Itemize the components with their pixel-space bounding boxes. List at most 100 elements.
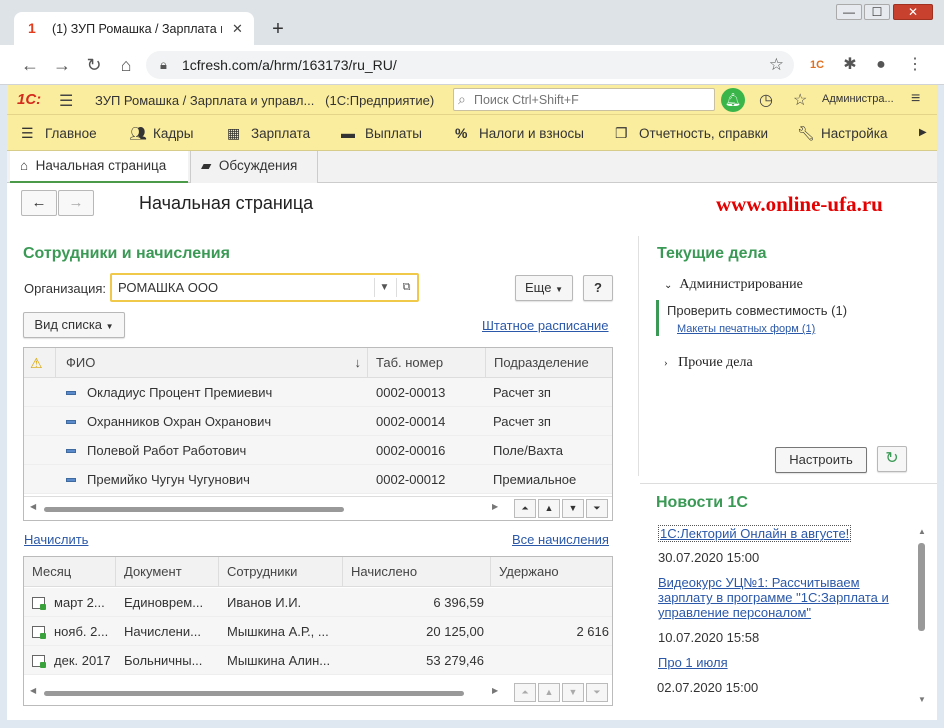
next-row-button[interactable]: ▼ (562, 499, 584, 518)
sort-down-icon: ↓ (354, 355, 362, 370)
last-row-button[interactable]: ⏷ (586, 683, 608, 702)
news-link[interactable]: 1С:Лекторий Онлайн в августе! (658, 525, 852, 542)
configure-button[interactable]: Настроить (775, 447, 867, 473)
forward-arrow-icon[interactable]: → (50, 54, 74, 78)
scroll-left-icon[interactable]: ◀ (30, 686, 36, 695)
next-row-button[interactable]: ▼ (562, 683, 584, 702)
menu-item-main[interactable]: ☰ Главное (21, 115, 97, 151)
employee-department: Поле/Вахта (493, 443, 564, 458)
scroll-up-icon[interactable]: ▲ (918, 527, 926, 536)
scroll-left-icon[interactable]: ◀ (30, 502, 36, 511)
app-menu-icon[interactable]: ☰ (59, 91, 73, 111)
browser-tab[interactable]: 1 (1) ЗУП Ромашка / Зарплата и у ✕ (14, 12, 254, 45)
extension-1c-icon[interactable]: 1С (806, 54, 828, 76)
menu-item-taxes[interactable]: % Налоги и взносы (455, 115, 584, 151)
employees-heading: Сотрудники и начисления (23, 245, 230, 262)
lock-icon: 🔒︎ (160, 57, 167, 72)
favorites-star-icon[interactable]: ☆ (793, 90, 807, 110)
table-row[interactable]: нояб. 2... Начислени... Мышкина А.Р., ..… (24, 617, 612, 646)
staff-schedule-link[interactable]: Штатное расписание (482, 318, 609, 333)
column-header-dept[interactable]: Подразделение (486, 348, 614, 378)
minimize-button[interactable]: — (836, 4, 862, 20)
global-search[interactable]: ⌕ (453, 88, 715, 111)
column-header-withheld[interactable]: Удержано (491, 557, 614, 587)
app-header: 1С: ☰ ЗУП Ромашка / Зарплата и управл...… (7, 85, 937, 115)
menu-scroll-right-icon[interactable]: ▶ (919, 115, 927, 151)
menu-item-hr[interactable]: 👥︎ Кадры (129, 115, 193, 151)
accrual-month: нояб. 2... (54, 624, 109, 639)
tab-home[interactable]: ⌂ Начальная страница (10, 151, 188, 183)
column-header-month[interactable]: Месяц (24, 557, 116, 587)
extensions-puzzle-icon[interactable]: ✱ (839, 54, 861, 76)
help-button[interactable]: ? (583, 275, 613, 301)
task-item[interactable]: Проверить совместимость (1) (667, 303, 847, 318)
table-row[interactable]: Охранников Охран Охранович 0002-00014 Ра… (24, 407, 612, 436)
all-accruals-link[interactable]: Все начисления (512, 532, 609, 547)
first-row-button[interactable]: ⏶ (514, 499, 536, 518)
more-button[interactable]: Еще ▼ (515, 275, 573, 301)
user-name[interactable]: Администра... (822, 93, 894, 105)
reload-icon[interactable]: ↻ (82, 54, 106, 78)
forward-button[interactable]: → (58, 190, 94, 216)
column-header-employees[interactable]: Сотрудники (219, 557, 343, 587)
table-header: ⚠ ФИО ↓ Таб. номер Подразделение (24, 348, 612, 378)
prev-row-button[interactable]: ▲ (538, 683, 560, 702)
menu-item-payments[interactable]: ▬ Выплаты (341, 115, 422, 151)
news-date: 30.07.2020 15:00 (658, 550, 760, 565)
close-tab-icon[interactable]: ✕ (232, 21, 243, 37)
news-vertical-scrollbar[interactable]: ▲ ▼ (917, 527, 927, 717)
table-row[interactable]: Окладиус Процент Премиевич 0002-00013 Ра… (24, 378, 612, 407)
task-subitem-link[interactable]: Макеты печатных форм (1) (677, 323, 815, 335)
search-input[interactable] (474, 91, 704, 108)
prev-row-button[interactable]: ▲ (538, 499, 560, 518)
news-link[interactable]: Про 1 июля (658, 655, 728, 670)
open-form-icon[interactable]: ⧉ (396, 278, 416, 297)
refresh-icon[interactable]: ↻ (877, 446, 907, 472)
notifications-bell-icon[interactable]: 🔔︎ (721, 88, 745, 112)
bookmark-star-icon[interactable]: ☆ (769, 55, 784, 75)
scroll-right-icon[interactable]: ▶ (492, 686, 498, 695)
menu-item-settings[interactable]: 🔧︎ Настройка (797, 115, 887, 151)
menu-item-reports[interactable]: ❐ Отчетность, справки (615, 115, 768, 151)
horizontal-scrollbar[interactable] (44, 691, 464, 696)
window-close-button[interactable]: ✕ (893, 4, 933, 20)
tab-discussions[interactable]: ▰ Обсуждения (190, 151, 318, 183)
browser-menu-icon[interactable]: ⋮ (904, 54, 926, 76)
home-icon[interactable]: ⌂ (114, 54, 138, 78)
scroll-down-icon[interactable]: ▼ (918, 695, 926, 704)
back-button[interactable]: ← (21, 190, 57, 216)
accrual-document: Больничны... (124, 653, 203, 668)
first-row-button[interactable]: ⏶ (514, 683, 536, 702)
news-link[interactable]: Видеокурс УЦ№1: Рассчитываем зарплату в п… (658, 575, 889, 620)
table-row[interactable]: Премийко Чугун Чугунович 0002-00012 Прем… (24, 465, 612, 494)
table-row[interactable]: дек. 2017 Больничны... Мышкина Алин... 5… (24, 646, 612, 675)
column-header-name[interactable]: ФИО ↓ (56, 348, 368, 378)
settings-menu-icon[interactable]: ≡ (911, 90, 920, 108)
scroll-thumb[interactable] (918, 543, 925, 631)
accrue-link[interactable]: Начислить (24, 532, 88, 547)
table-row[interactable]: март 2... Единоврем... Иванов И.И. 6 396… (24, 588, 612, 617)
menu-item-salary[interactable]: ▦ Зарплата (227, 115, 310, 151)
document-icon (32, 655, 46, 668)
table-row[interactable]: Полевой Работ Работович 0002-00016 Поле/… (24, 436, 612, 465)
url-field[interactable]: 🔒︎ 1cfresh.com/a/hrm/163173/ru_RU/ ☆ (146, 51, 794, 79)
maximize-button[interactable]: ☐ (864, 4, 890, 20)
chevron-right-icon: › (664, 357, 668, 369)
task-group-admin[interactable]: ⌄ Администрирование (664, 277, 803, 293)
organization-field[interactable]: РОМАШКА ООО ▼ ⧉ (110, 273, 419, 302)
column-header-tab[interactable]: Таб. номер (368, 348, 486, 378)
last-row-button[interactable]: ⏷ (586, 499, 608, 518)
new-tab-button[interactable]: + (265, 17, 291, 43)
column-header-accrued[interactable]: Начислено (343, 557, 491, 587)
horizontal-scrollbar[interactable] (44, 507, 344, 512)
dropdown-arrow-icon[interactable]: ▼ (374, 278, 394, 297)
scroll-right-icon[interactable]: ▶ (492, 502, 498, 511)
task-group-other[interactable]: › Прочие дела (664, 355, 753, 371)
column-header-document[interactable]: Документ (116, 557, 219, 587)
back-arrow-icon[interactable]: ← (18, 54, 42, 78)
employee-department: Расчет зп (493, 385, 551, 400)
profile-avatar-icon[interactable]: ● (870, 54, 892, 76)
history-icon[interactable]: ◷ (759, 90, 773, 110)
list-view-button[interactable]: Вид списка ▼ (23, 312, 125, 338)
page-tabs-bar: ⌂ Начальная страница ▰ Обсуждения (7, 151, 937, 183)
